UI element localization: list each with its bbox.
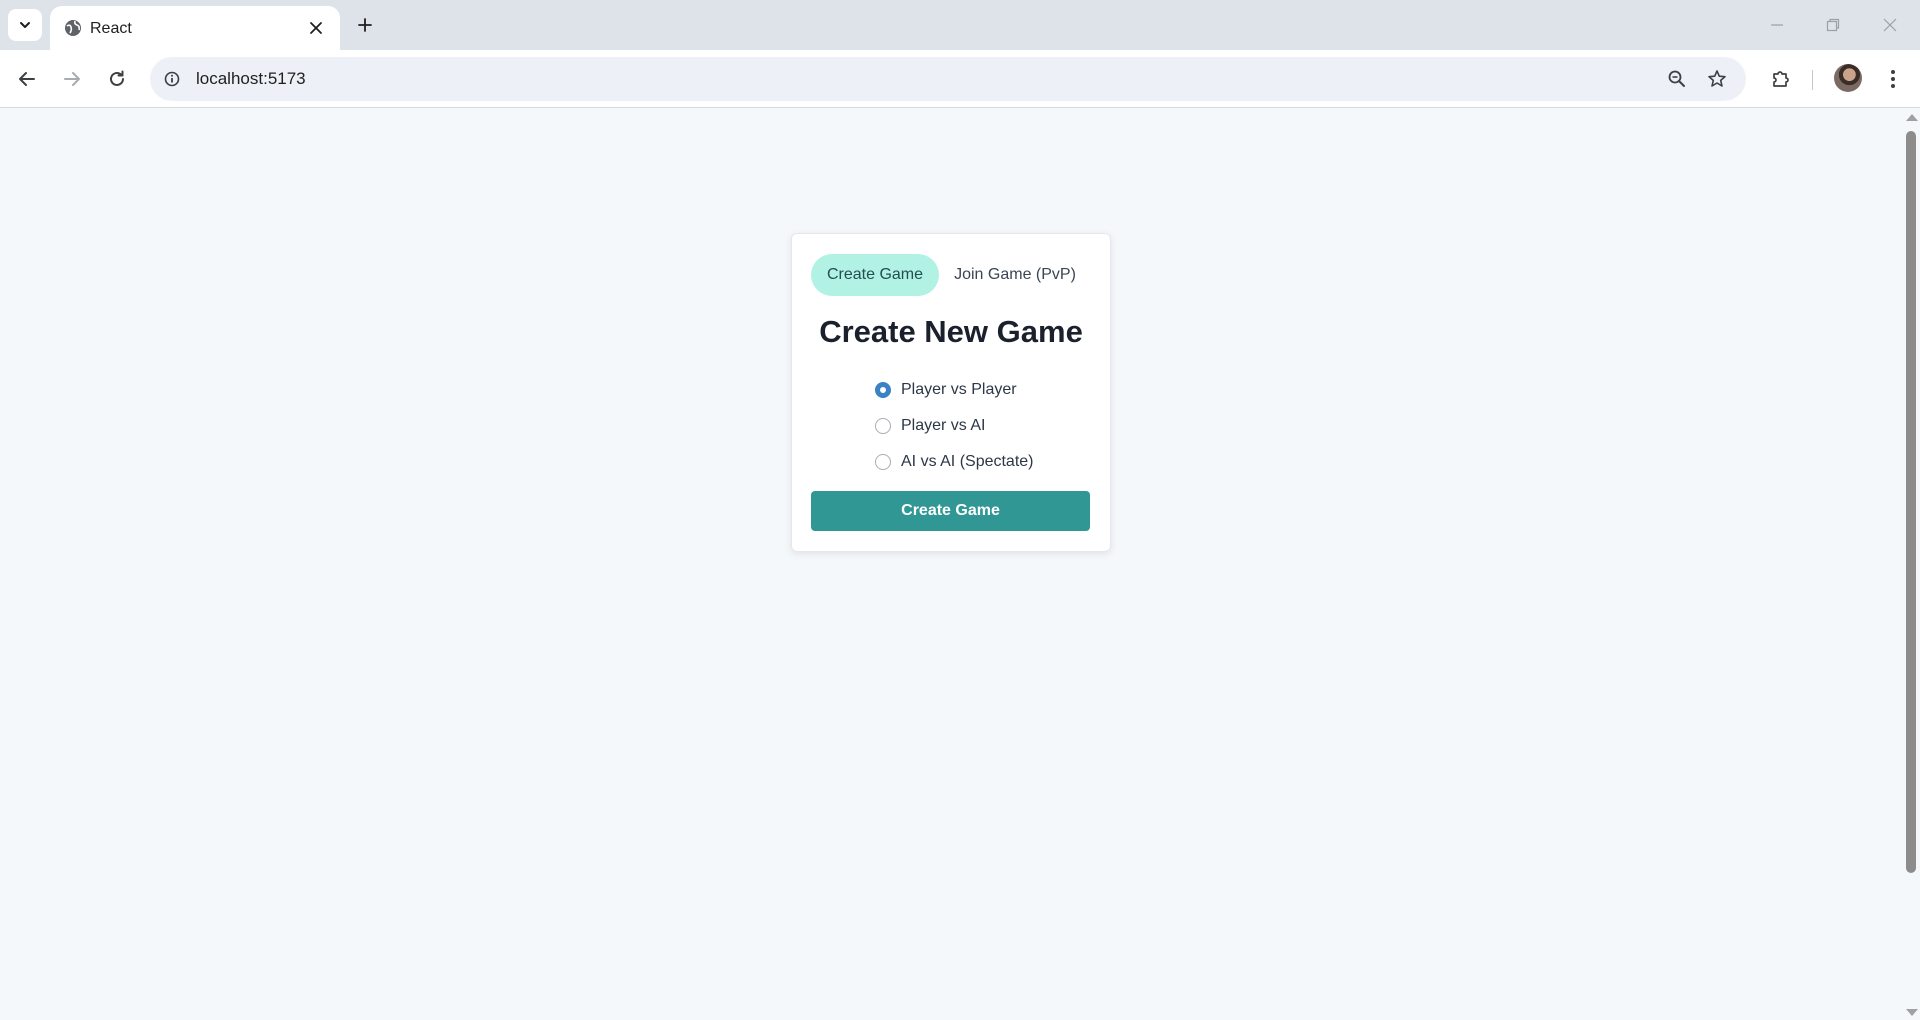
option-label: Player vs AI	[901, 417, 986, 434]
globe-icon	[65, 20, 81, 36]
chevron-down-icon	[20, 22, 30, 28]
reload-button[interactable]	[101, 63, 133, 95]
option-label: Player vs Player	[901, 381, 1017, 398]
restore-icon	[1826, 18, 1840, 32]
close-icon	[1883, 18, 1897, 32]
tab-create-game[interactable]: Create Game	[811, 254, 939, 296]
option-label: AI vs AI (Spectate)	[901, 453, 1034, 470]
close-window-button[interactable]	[1870, 10, 1910, 40]
page-title: Create New Game	[819, 314, 1083, 349]
url-text[interactable]: localhost:5173	[196, 69, 306, 89]
minimize-button[interactable]	[1757, 10, 1797, 40]
star-icon	[1708, 70, 1726, 87]
scroll-up-arrow[interactable]	[1906, 114, 1918, 121]
arrow-left-icon	[19, 72, 35, 86]
page-scrollbar[interactable]	[1902, 109, 1920, 1020]
back-button[interactable]	[11, 63, 43, 95]
game-mode-options: Player vs Player Player vs AI AI vs AI (…	[875, 372, 1034, 480]
scroll-down-arrow[interactable]	[1906, 1009, 1918, 1016]
option-player-vs-player[interactable]: Player vs Player	[875, 372, 1034, 408]
tab-join-game[interactable]: Join Game (PvP)	[939, 254, 1091, 296]
close-icon	[310, 22, 322, 34]
browser-tabstrip: React	[0, 0, 1920, 50]
scroll-thumb[interactable]	[1906, 131, 1916, 873]
arrow-right-icon	[64, 72, 80, 86]
tab-search-button[interactable]	[8, 9, 42, 41]
option-ai-vs-ai[interactable]: AI vs AI (Spectate)	[875, 444, 1034, 480]
restore-button[interactable]	[1813, 10, 1853, 40]
mode-tabs: Create Game Join Game (PvP)	[811, 254, 1091, 296]
more-vertical-icon	[1891, 70, 1895, 88]
reload-icon	[110, 70, 124, 86]
toolbar-divider	[1812, 70, 1813, 90]
browser-tab[interactable]: React	[50, 6, 340, 50]
info-icon	[164, 71, 180, 87]
tab-close-button[interactable]	[306, 18, 326, 38]
plus-icon	[358, 18, 372, 32]
extensions-button[interactable]	[1766, 64, 1796, 94]
minimize-icon	[1771, 24, 1783, 26]
profile-avatar[interactable]	[1834, 64, 1862, 92]
bookmark-button[interactable]	[1705, 67, 1729, 91]
radio-player-vs-player[interactable]	[875, 382, 891, 398]
create-game-button[interactable]: Create Game	[811, 491, 1090, 531]
browser-menu-button[interactable]	[1878, 64, 1908, 94]
puzzle-icon	[1773, 71, 1789, 87]
option-player-vs-ai[interactable]: Player vs AI	[875, 408, 1034, 444]
new-tab-button[interactable]	[352, 12, 378, 38]
radio-player-vs-ai[interactable]	[875, 418, 891, 434]
browser-toolbar: localhost:5173	[0, 50, 1920, 108]
radio-ai-vs-ai[interactable]	[875, 454, 891, 470]
tab-title: React	[90, 20, 132, 37]
zoom-out-icon	[1668, 70, 1685, 87]
address-bar[interactable]: localhost:5173	[150, 57, 1746, 101]
site-info-button[interactable]	[162, 69, 182, 89]
game-setup-card: Create Game Join Game (PvP) Create New G…	[791, 233, 1111, 552]
forward-button[interactable]	[56, 63, 88, 95]
zoom-button[interactable]	[1665, 67, 1689, 91]
